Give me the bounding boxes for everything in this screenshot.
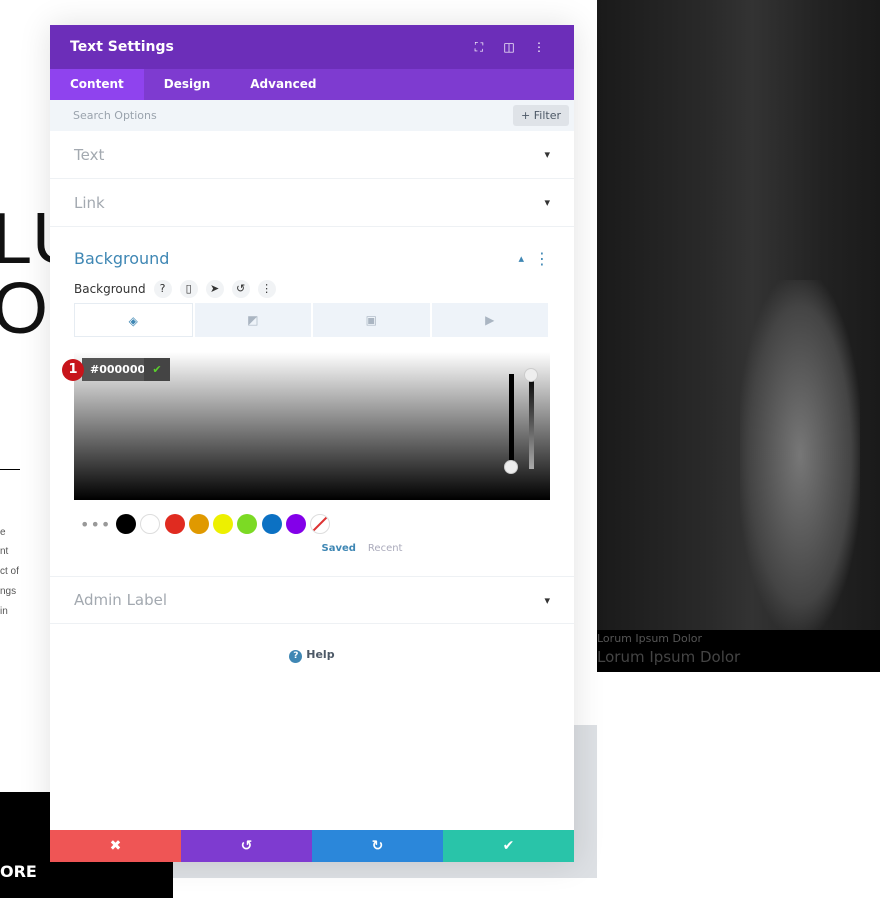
chevron-down-icon: ▾ (544, 148, 550, 161)
help-label: Help (306, 648, 335, 661)
gradient-tab-icon[interactable]: ◩ (194, 303, 311, 337)
section-admin-label[interactable]: Admin Label ▾ (50, 576, 574, 624)
recent-tab[interactable]: Recent (368, 543, 403, 554)
bg-text: ngs (0, 586, 17, 597)
caption-large: Lorum Ipsum Dolor (597, 648, 741, 666)
forest-photo (597, 0, 880, 630)
search-input[interactable]: Search Options (73, 109, 513, 122)
color-picker[interactable]: #000000 ✔ 1 (62, 352, 550, 500)
bg-text: nt (0, 546, 9, 557)
tab-content[interactable]: Content (50, 69, 144, 100)
color-swatch[interactable] (116, 514, 136, 534)
color-swatch[interactable] (213, 514, 234, 534)
more-icon[interactable]: ⋮ (257, 280, 276, 298)
redo-button[interactable]: ↻ (312, 830, 443, 862)
check-icon[interactable]: ✔ (144, 358, 170, 381)
hue-slider[interactable] (504, 374, 518, 474)
color-swatch[interactable] (188, 514, 209, 534)
color-swatch[interactable] (261, 514, 282, 534)
caption-small: Lorum Ipsum Dolor (597, 632, 703, 645)
more-icon[interactable]: ⋮ (534, 249, 550, 268)
background-label: Background (74, 282, 146, 296)
mobile-icon[interactable]: ▯ (179, 280, 198, 298)
modal-footer: ✖ ↺ ↻ ✔ (50, 830, 574, 862)
section-label: Link (74, 193, 105, 212)
section-label[interactable]: Background (74, 249, 518, 268)
help-icon[interactable]: ? (153, 280, 172, 298)
color-swatch[interactable] (286, 514, 307, 534)
undo-button[interactable]: ↺ (181, 830, 312, 862)
more-icon[interactable]: ⋮ (524, 40, 554, 54)
chevron-down-icon: ▾ (544, 196, 550, 209)
hex-value: #000000 (90, 363, 146, 376)
section-text[interactable]: Text ▾ (50, 131, 574, 179)
saved-tab[interactable]: Saved (322, 543, 356, 554)
filter-button[interactable]: + Filter (513, 105, 569, 126)
cursor-icon[interactable]: ➤ (205, 280, 224, 298)
opacity-slider[interactable] (524, 368, 538, 469)
help-link[interactable]: ? Help (50, 648, 574, 663)
video-tab-icon[interactable]: ▶ (431, 303, 548, 337)
clear-color-icon[interactable] (310, 514, 331, 534)
chevron-up-icon[interactable]: ▴ (518, 252, 524, 265)
bg-text: in (0, 606, 8, 617)
bg-text: ct of (0, 566, 19, 577)
help-icon: ? (289, 650, 303, 663)
split-view-icon[interactable]: ◫ (494, 40, 524, 54)
color-swatch[interactable] (164, 514, 185, 534)
step-badge: 1 (62, 359, 84, 381)
more-swatches-icon[interactable]: ••• (74, 515, 116, 534)
hex-input[interactable]: #000000 ✔ (82, 358, 170, 381)
section-link[interactable]: Link ▾ (50, 179, 574, 227)
reset-icon[interactable]: ↺ (231, 280, 250, 298)
settings-modal: Text Settings ⛶ ◫ ⋮ Content Design Advan… (50, 25, 574, 862)
image-tab-icon[interactable]: ▣ (313, 303, 430, 337)
cancel-button[interactable]: ✖ (50, 830, 181, 862)
divider (0, 469, 20, 470)
fullscreen-icon[interactable]: ⛶ (464, 40, 494, 55)
modal-header: Text Settings ⛶ ◫ ⋮ (50, 25, 574, 69)
section-label: Text (74, 145, 105, 164)
photo-caption: Lorum Ipsum Dolor Lorum Ipsum Dolor (597, 630, 880, 672)
search-bar: Search Options + Filter (50, 100, 574, 131)
bg-text: e (0, 527, 6, 538)
swatch-row: ••• (74, 514, 550, 534)
section-background: Background ▴ ⋮ Background ? ▯ ➤ ↺ ⋮ ◈ ◩ ▣ … (50, 227, 574, 554)
tab-advanced[interactable]: Advanced (230, 69, 336, 100)
chevron-down-icon: ▾ (544, 593, 550, 607)
section-label: Admin Label (74, 591, 168, 609)
tab-bar: Content Design Advanced (50, 69, 574, 100)
color-tab-paint-bucket-icon[interactable]: ◈ (74, 303, 193, 337)
save-button[interactable]: ✔ (443, 830, 574, 862)
tab-design[interactable]: Design (144, 69, 231, 100)
color-swatch[interactable] (237, 514, 258, 534)
color-swatch[interactable] (140, 514, 161, 534)
modal-title: Text Settings (70, 39, 174, 55)
